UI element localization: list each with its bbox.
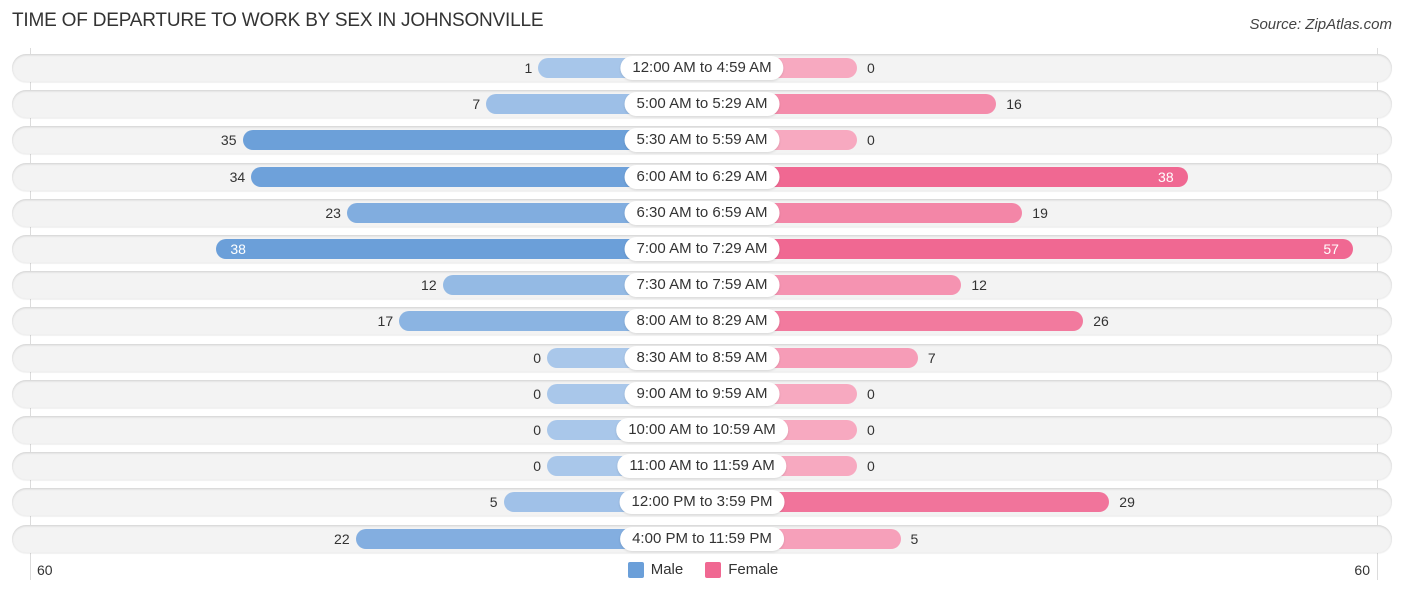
legend-item-male[interactable]: Male — [627, 561, 684, 578]
value-label-male: 17 — [377, 313, 394, 330]
category-label: 10:00 AM to 10:59 AM — [616, 418, 788, 442]
value-label-female: 12 — [971, 277, 987, 294]
category-label: 5:00 AM to 5:29 AM — [624, 92, 780, 117]
value-label-male: 5 — [489, 494, 498, 511]
category-label: 8:30 AM to 8:59 AM — [624, 345, 780, 370]
value-label-male: 12 — [421, 277, 437, 294]
value-label-male: 1 — [524, 60, 533, 76]
chart-title: TIME OF DEPARTURE TO WORK BY SEX IN JOHN… — [12, 10, 544, 31]
value-label-female: 0 — [867, 385, 875, 402]
category-label: 12:00 PM to 3:59 PM — [619, 490, 785, 515]
category-label: 6:30 AM to 6:59 AM — [624, 200, 780, 225]
value-label-male: 0 — [533, 422, 541, 438]
category-label: 7:30 AM to 7:59 AM — [624, 273, 780, 298]
value-label-male: 0 — [533, 385, 541, 402]
value-label-male: 23 — [325, 204, 341, 221]
category-label: 6:00 AM to 6:29 AM — [624, 164, 780, 189]
value-label-male: 22 — [334, 530, 350, 547]
value-label-female: 0 — [867, 132, 875, 149]
value-label-female: 26 — [1093, 313, 1109, 330]
value-label-female: 57 — [1323, 241, 1339, 257]
category-label: 5:30 AM to 5:59 AM — [624, 128, 780, 153]
value-label-female: 0 — [867, 458, 875, 475]
value-label-female: 0 — [867, 422, 875, 438]
category-label: 12:00 AM to 4:59 AM — [620, 56, 784, 80]
value-label-male: 7 — [472, 96, 481, 113]
value-label-female: 29 — [1119, 494, 1135, 511]
value-label-female: 5 — [910, 530, 919, 547]
value-label-male: 0 — [533, 349, 541, 366]
legend-label-female: Female — [728, 561, 779, 578]
legend-item-female[interactable]: Female — [705, 561, 778, 578]
value-label-male: 38 — [230, 241, 246, 257]
value-label-female: 38 — [1158, 168, 1174, 185]
legend-swatch-male — [627, 561, 644, 578]
value-label-female: 0 — [867, 60, 875, 76]
value-label-female: 7 — [927, 349, 936, 366]
legend-label-male: Male — [650, 561, 684, 578]
value-label-male: 35 — [220, 132, 237, 149]
category-label: 11:00 AM to 11:59 AM — [617, 454, 787, 479]
value-label-female: 19 — [1032, 204, 1048, 221]
category-label: 7:00 AM to 7:29 AM — [624, 237, 780, 261]
value-label-female: 16 — [1006, 96, 1022, 113]
value-label-male: 0 — [533, 458, 541, 475]
category-label: 9:00 AM to 9:59 AM — [624, 381, 780, 406]
legend-swatch-female — [705, 561, 722, 578]
value-label-male: 34 — [229, 168, 246, 185]
category-label: 4:00 PM to 11:59 PM — [620, 526, 784, 551]
category-label: 8:00 AM to 8:29 AM — [624, 309, 780, 334]
bar-female[interactable] — [702, 239, 1353, 259]
source-label: Source: ZipAtlas.com — [1249, 16, 1392, 33]
legend: Male Female — [0, 561, 1406, 578]
